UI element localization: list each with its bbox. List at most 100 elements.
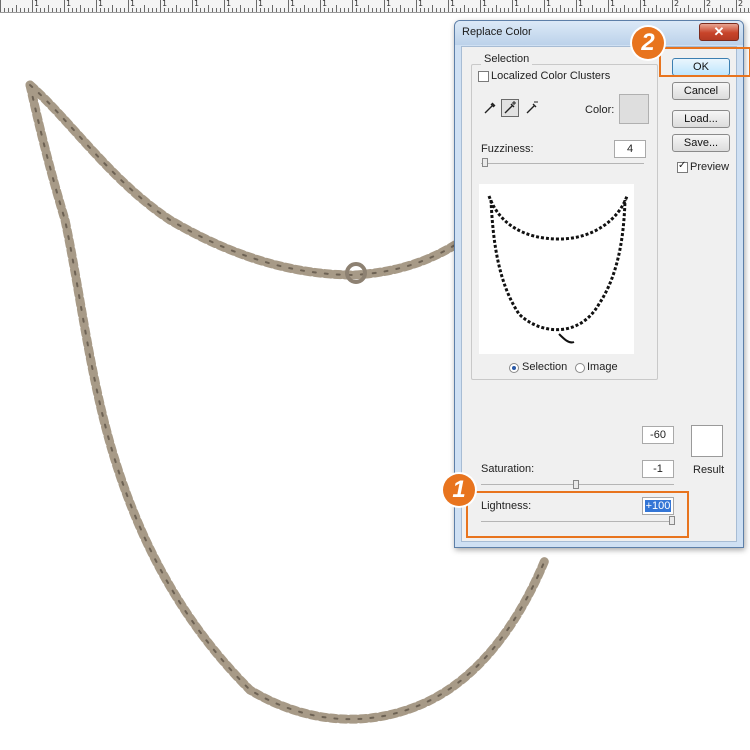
horizontal-ruler[interactable]: 11111111111111111111222 [0,0,750,13]
view-selection-label: Selection [522,361,568,373]
ruler-tick [572,8,573,12]
ruler-tick [728,8,729,12]
result-swatch[interactable] [691,425,723,457]
localized-color-clusters-checkbox[interactable] [478,71,489,82]
ruler-tick [512,0,513,12]
ruler-tick [28,8,29,12]
ruler-tick [452,8,453,12]
ruler-tick [328,8,329,12]
ruler-tick [100,8,101,12]
ruler-tick [500,8,501,12]
ruler-tick [36,8,37,12]
ruler-tick [600,8,601,12]
ruler-tick [356,8,357,12]
ruler-tick [256,0,257,12]
ruler-tick [704,0,705,12]
ruler-tick [700,8,701,12]
ruler-tick [320,0,321,12]
saturation-input[interactable]: -1 [642,460,674,478]
save-button[interactable]: Save... [672,134,730,152]
load-button[interactable]: Load... [672,110,730,128]
ruler-tick [156,8,157,12]
ruler-tick [40,8,41,12]
fuzziness-slider-thumb[interactable] [482,158,488,167]
saturation-label: Saturation: [481,463,535,475]
fuzziness-input[interactable]: 4 [614,140,646,158]
ruler-tick [232,8,233,12]
ruler-tick [252,8,253,12]
ruler-tick [640,0,641,12]
ruler-tick [188,8,189,12]
fuzziness-slider-track[interactable] [481,163,644,164]
ruler-tick [52,8,53,12]
ruler-tick [368,5,369,12]
ruler-tick [596,8,597,12]
ruler-tick [312,8,313,12]
ruler-tick [516,8,517,12]
ruler-tick [172,8,173,12]
ruler-tick [584,8,585,12]
ruler-tick [708,8,709,12]
ruler-tick [672,0,673,12]
lightness-highlight [466,491,689,538]
ruler-tick [336,5,337,12]
color-swatch[interactable] [619,94,649,124]
ruler-tick [84,8,85,12]
ruler-tick [92,8,93,12]
ruler-tick [108,8,109,12]
view-image-radio[interactable] [575,363,585,373]
ruler-tick [684,8,685,12]
close-button[interactable]: ✕ [699,23,739,41]
selection-preview-box [479,184,634,354]
ruler-tick [180,8,181,12]
ruler-tick [144,5,145,12]
ruler-tick [612,8,613,12]
ruler-tick [364,8,365,12]
ruler-tick [20,8,21,12]
ruler-tick [224,0,225,12]
ruler-tick [32,0,33,12]
ruler-tick [44,8,45,12]
preview-checkbox[interactable] [677,160,688,173]
cancel-button[interactable]: Cancel [672,82,730,100]
ruler-tick [488,8,489,12]
ruler-tick [120,8,121,12]
dialog-title-bar[interactable]: Replace Color ✕ [455,21,743,45]
ruler-tick [668,8,669,12]
ruler-tick [72,8,73,12]
ruler-tick [532,8,533,12]
ruler-tick [748,8,749,12]
preview-label: Preview [690,161,730,173]
close-icon: ✕ [713,24,725,39]
ruler-tick [592,5,593,12]
ruler-tick [352,0,353,12]
ruler-tick [568,8,569,12]
ruler-tick [680,8,681,12]
ruler-tick [208,5,209,12]
ruler-tick [472,8,473,12]
ruler-tick [332,8,333,12]
ruler-tick [724,8,725,12]
ruler-tick [408,8,409,12]
ruler-tick [48,5,49,12]
eyedropper-minus-icon[interactable] [523,99,541,117]
ruler-tick [268,8,269,12]
view-selection-radio[interactable] [509,363,519,373]
ruler-tick [544,0,545,12]
ruler-tick [552,8,553,12]
ruler-tick [116,8,117,12]
ruler-tick [200,8,201,12]
callout-badge-2: 2 [632,27,664,59]
ruler-tick [524,8,525,12]
ruler-tick [660,8,661,12]
ruler-tick [304,5,305,12]
eyedropper-icon[interactable] [481,99,499,117]
saturation-slider-thumb[interactable] [573,480,579,489]
ruler-tick [104,8,105,12]
eyedropper-plus-icon[interactable] [501,99,519,117]
ruler-tick [244,8,245,12]
ruler-tick [480,0,481,12]
ruler-tick [176,5,177,12]
ruler-tick [216,8,217,12]
hue-input[interactable]: -60 [642,426,674,444]
